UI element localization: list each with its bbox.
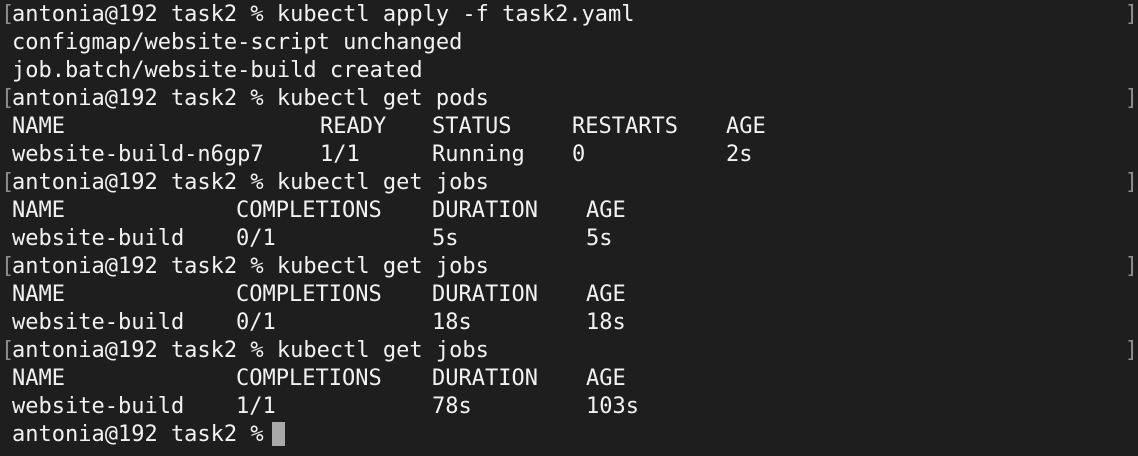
prompt-line: [antonia@192 task2 % kubectl get jobs] xyxy=(0,337,1138,365)
table-cell: 103s xyxy=(586,394,639,419)
column-header: DURATION xyxy=(432,282,538,307)
output-line: configmap/website-script unchanged xyxy=(0,29,1138,57)
table-cell: website-build xyxy=(12,310,185,335)
line-marker-left: [ xyxy=(1,86,15,111)
column-header: NAME xyxy=(12,114,65,139)
column-header: AGE xyxy=(586,282,626,307)
column-header: STATUS xyxy=(432,114,512,139)
shell-prompt: antonia@192 task2 % xyxy=(12,338,264,363)
prompt-line: [antonia@192 task2 % kubectl get jobs] xyxy=(0,253,1138,281)
column-header: NAME xyxy=(12,198,65,223)
column-header: DURATION xyxy=(432,198,538,223)
column-header: NAME xyxy=(12,366,65,391)
output-line: job.batch/website-build created xyxy=(0,57,1138,85)
text-cursor[interactable] xyxy=(271,422,285,446)
shell-prompt: antonia@192 task2 % xyxy=(12,422,264,447)
table-cell: 5s xyxy=(586,226,613,251)
shell-command: kubectl get jobs xyxy=(276,170,489,195)
shell-prompt: antonia@192 task2 % xyxy=(12,254,264,279)
table-row: website-build-n6gp7 1/1 Running 0 2s xyxy=(0,141,1138,169)
table-row: website-build 1/1 78s 103s xyxy=(0,393,1138,421)
table-cell: website-build xyxy=(12,226,185,251)
column-header: AGE xyxy=(726,114,766,139)
prompt-line: [antonia@192 task2 % kubectl apply -f ta… xyxy=(0,1,1138,29)
line-marker-right: ] xyxy=(1124,254,1138,279)
shell-command: kubectl get jobs xyxy=(276,338,489,363)
output-text: configmap/website-script unchanged xyxy=(12,30,463,55)
line-marker-right: ] xyxy=(1124,2,1138,27)
column-header: NAME xyxy=(12,282,65,307)
table-cell: 78s xyxy=(432,394,472,419)
column-header: COMPLETIONS xyxy=(236,366,382,391)
line-marker-left: [ xyxy=(1,254,15,279)
table-header: NAME COMPLETIONS DURATION AGE xyxy=(0,365,1138,393)
column-header: AGE xyxy=(586,366,626,391)
table-row: website-build 0/1 5s 5s xyxy=(0,225,1138,253)
shell-command: kubectl get jobs xyxy=(276,254,489,279)
line-marker-left: [ xyxy=(1,338,15,363)
line-marker-left: [ xyxy=(1,2,15,27)
shell-prompt: antonia@192 task2 % xyxy=(12,2,264,27)
line-marker-left: [ xyxy=(1,170,15,195)
table-cell: 0/1 xyxy=(236,310,276,335)
output-text: job.batch/website-build created xyxy=(12,58,423,83)
table-cell: 18s xyxy=(432,310,472,335)
table-cell: 2s xyxy=(726,142,753,167)
table-row: website-build 0/1 18s 18s xyxy=(0,309,1138,337)
current-prompt-line: antonia@192 task2 % xyxy=(0,421,1138,449)
prompt-line: [antonia@192 task2 % kubectl get pods] xyxy=(0,85,1138,113)
table-cell: Running xyxy=(432,142,525,167)
table-header: NAME COMPLETIONS DURATION AGE xyxy=(0,281,1138,309)
column-header: RESTARTS xyxy=(572,114,678,139)
shell-prompt: antonia@192 task2 % xyxy=(12,86,264,111)
prompt-line: [antonia@192 task2 % kubectl get jobs] xyxy=(0,169,1138,197)
shell-command: kubectl apply -f task2.yaml xyxy=(276,2,635,27)
terminal-window[interactable]: [antonia@192 task2 % kubectl apply -f ta… xyxy=(0,0,1138,456)
table-cell: website-build xyxy=(12,394,185,419)
line-marker-right: ] xyxy=(1124,338,1138,363)
column-header: READY xyxy=(320,114,387,139)
table-cell: 1/1 xyxy=(236,394,276,419)
column-header: DURATION xyxy=(432,366,538,391)
shell-prompt: antonia@192 task2 % xyxy=(12,170,264,195)
table-cell: 18s xyxy=(586,310,626,335)
line-marker-right: ] xyxy=(1124,170,1138,195)
table-cell: 1/1 xyxy=(320,142,360,167)
table-header: NAME COMPLETIONS DURATION AGE xyxy=(0,197,1138,225)
table-cell: 0 xyxy=(572,142,586,167)
column-header: COMPLETIONS xyxy=(236,282,382,307)
shell-command: kubectl get pods xyxy=(276,86,489,111)
column-header: COMPLETIONS xyxy=(236,198,382,223)
table-cell: website-build-n6gp7 xyxy=(12,142,264,167)
table-header: NAME READY STATUS RESTARTS AGE xyxy=(0,113,1138,141)
line-marker-right: ] xyxy=(1124,86,1138,111)
column-header: AGE xyxy=(586,198,626,223)
table-cell: 0/1 xyxy=(236,226,276,251)
table-cell: 5s xyxy=(432,226,459,251)
